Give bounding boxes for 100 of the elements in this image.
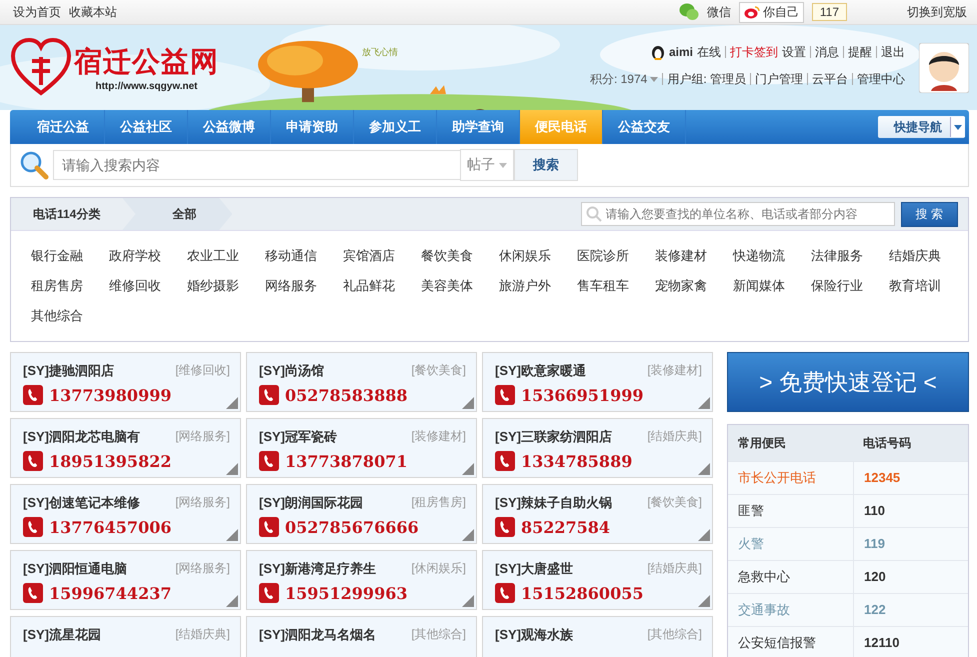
category-link[interactable]: 医院诊所 <box>577 247 655 265</box>
table-cell: 120 <box>853 561 968 593</box>
category-link[interactable]: 其他综合 <box>31 307 109 325</box>
wide-version-link[interactable]: 切换到宽版 <box>907 4 967 20</box>
category-link[interactable]: 法律服务 <box>811 247 889 265</box>
penguin-icon <box>650 44 665 60</box>
category-link[interactable]: 婚纱摄影 <box>187 277 265 295</box>
listing-card[interactable]: [SY]流星花园 [结婚庆典] <box>10 616 241 657</box>
top-link[interactable]: 收藏本站 <box>69 4 117 20</box>
business-name: [SY]泗阳恒通电脑 <box>23 560 127 578</box>
phone-number: 15152860055 <box>521 584 644 602</box>
category-link[interactable]: 农业工业 <box>187 247 265 265</box>
breadcrumb-item[interactable]: 全部 <box>122 198 232 230</box>
caret-icon <box>950 117 965 137</box>
category-link[interactable]: 教育培训 <box>889 277 967 295</box>
table-cell-text: 市长公开电话 <box>737 469 817 487</box>
category-link[interactable]: 维修回收 <box>109 277 187 295</box>
listing-card[interactable]: [SY]欧意家暖通 [装修建材] 15366951999 <box>482 352 713 412</box>
corner-triangle-icon <box>462 529 474 541</box>
nav-tab[interactable]: 公益社区 <box>105 110 188 144</box>
user-menu-link[interactable]: 退出 <box>881 44 905 60</box>
category-link[interactable]: 移动通信 <box>265 247 343 265</box>
user-menu-link[interactable]: 设置 <box>782 44 806 60</box>
phone-number: 18951395822 <box>49 452 172 470</box>
corner-triangle-icon <box>462 397 474 409</box>
heart-logo-icon <box>10 36 72 98</box>
category-link[interactable]: 旅游户外 <box>499 277 577 295</box>
search-type-dropdown[interactable]: 帖子 <box>460 149 514 181</box>
nav-tab[interactable]: 参加义工 <box>354 110 437 144</box>
listing-card[interactable]: [SY]泗阳恒通电脑 [网络服务] 15996744237 <box>10 550 241 610</box>
category-link[interactable]: 餐饮美食 <box>421 247 499 265</box>
nav-tab[interactable]: 申请资助 <box>271 110 354 144</box>
business-name: [SY]新港湾足疗养生 <box>259 560 376 578</box>
table-cell-text: 交通事故 <box>737 601 791 619</box>
points-dropdown[interactable]: 积分: 1974 <box>590 70 658 88</box>
category-link[interactable]: 礼品鲜花 <box>343 277 421 295</box>
search-button[interactable]: 搜索 <box>514 149 578 181</box>
corner-triangle-icon <box>698 595 710 607</box>
listing-card[interactable]: [SY]朗润国际花园 [租房售房] 052785676666 <box>246 484 477 544</box>
category-tag: [装修建材] <box>647 362 702 380</box>
table-cell-text: 匪警 <box>737 502 765 520</box>
listing-card[interactable]: [SY]冠军瓷砖 [装修建材] 13773878071 <box>246 418 477 478</box>
table-cell: 122 <box>853 594 968 626</box>
corner-triangle-icon <box>226 595 238 607</box>
category-link[interactable]: 装修建材 <box>655 247 733 265</box>
business-name: [SY]欧意家暖通 <box>495 362 586 380</box>
category-tag: [餐饮美食] <box>647 494 702 512</box>
breadcrumb-item[interactable]: 电话114分类 <box>11 198 122 230</box>
admin-link[interactable]: 门户管理 <box>755 70 803 88</box>
category-link[interactable]: 美容美体 <box>421 277 499 295</box>
listing-card[interactable]: [SY]泗阳龙芯电脑有 [网络服务] 18951395822 <box>10 418 241 478</box>
listing-card[interactable]: [SY]新港湾足疗养生 [休闲娱乐] 15951299963 <box>246 550 477 610</box>
checkin-link[interactable]: 打卡签到 <box>730 44 778 60</box>
nav-tab[interactable]: 公益交友 <box>603 110 686 144</box>
business-name: [SY]观海水族 <box>495 626 573 644</box>
listing-card[interactable]: [SY]大唐盛世 [结婚庆典] 15152860055 <box>482 550 713 610</box>
listing-card[interactable]: [SY]泗阳龙马名烟名 [其他综合] <box>246 616 477 657</box>
category-link[interactable]: 宠物家禽 <box>655 277 733 295</box>
wechat-link[interactable]: 微信 <box>706 4 731 20</box>
register-button[interactable]: > 免费快速登记 < <box>727 352 969 412</box>
quick-nav-button[interactable]: 快捷导航 <box>878 116 965 138</box>
weibo-follow-button[interactable]: 你自己 <box>738 2 804 22</box>
top-link[interactable]: 设为首页 <box>13 4 61 20</box>
category-tag: [其他综合] <box>411 626 466 644</box>
search-icon <box>586 206 602 222</box>
phone-number: 13773878071 <box>285 452 408 470</box>
category-link[interactable]: 休闲娱乐 <box>499 247 577 265</box>
listing-card[interactable]: [SY]三联家纺泗阳店 [结婚庆典] 1334785889 <box>482 418 713 478</box>
business-name: [SY]三联家纺泗阳店 <box>495 428 612 446</box>
category-link[interactable]: 新闻媒体 <box>733 277 811 295</box>
listing-card[interactable]: [SY]辣妹子自助火锅 [餐饮美食] 85227584 <box>482 484 713 544</box>
admin-link[interactable]: 管理中心 <box>857 70 905 88</box>
phone-number: 15996744237 <box>49 584 172 602</box>
category-link[interactable]: 网络服务 <box>265 277 343 295</box>
category-link[interactable]: 保险行业 <box>811 277 889 295</box>
table-cell-text: 火警 <box>737 535 765 553</box>
corner-triangle-icon <box>462 463 474 475</box>
listing-card[interactable]: [SY]尚汤馆 [餐饮美食] 05278583888 <box>246 352 477 412</box>
table-cell: 12110 <box>853 627 968 657</box>
username[interactable]: aimi <box>668 45 693 59</box>
phone-search-button[interactable]: 搜 索 <box>900 202 958 226</box>
category-link[interactable]: 宾馆酒店 <box>343 247 421 265</box>
listing-card[interactable]: [SY]捷驰泗阳店 [维修回收] 13773980999 <box>10 352 241 412</box>
business-name: [SY]朗润国际花园 <box>259 494 363 512</box>
search-field[interactable]: 请输入搜索内容 <box>53 150 460 180</box>
category-link[interactable]: 政府学校 <box>109 247 187 265</box>
user-menu-link[interactable]: 提醒 <box>848 44 872 60</box>
listing-card[interactable]: [SY]观海水族 [其他综合] <box>482 616 713 657</box>
category-link[interactable]: 快递物流 <box>733 247 811 265</box>
category-link[interactable]: 银行金融 <box>31 247 109 265</box>
listing-card[interactable]: [SY]创速笔记本维修 [网络服务] 13776457006 <box>10 484 241 544</box>
phone-search-field[interactable]: 请输入您要查找的单位名称、电话或者部分内容 <box>580 202 895 226</box>
nav-tab[interactable]: 宿迁公益 <box>22 110 105 144</box>
category-link[interactable]: 售车租车 <box>577 277 655 295</box>
avatar-icon[interactable] <box>919 42 969 92</box>
category-link[interactable]: 结婚庆典 <box>889 247 967 265</box>
category-link[interactable]: 租房售房 <box>31 277 109 295</box>
user-menu-link[interactable]: 消息 <box>815 44 839 60</box>
nav-tab[interactable]: 公益微博 <box>188 110 271 144</box>
admin-link[interactable]: 云平台 <box>812 70 848 88</box>
